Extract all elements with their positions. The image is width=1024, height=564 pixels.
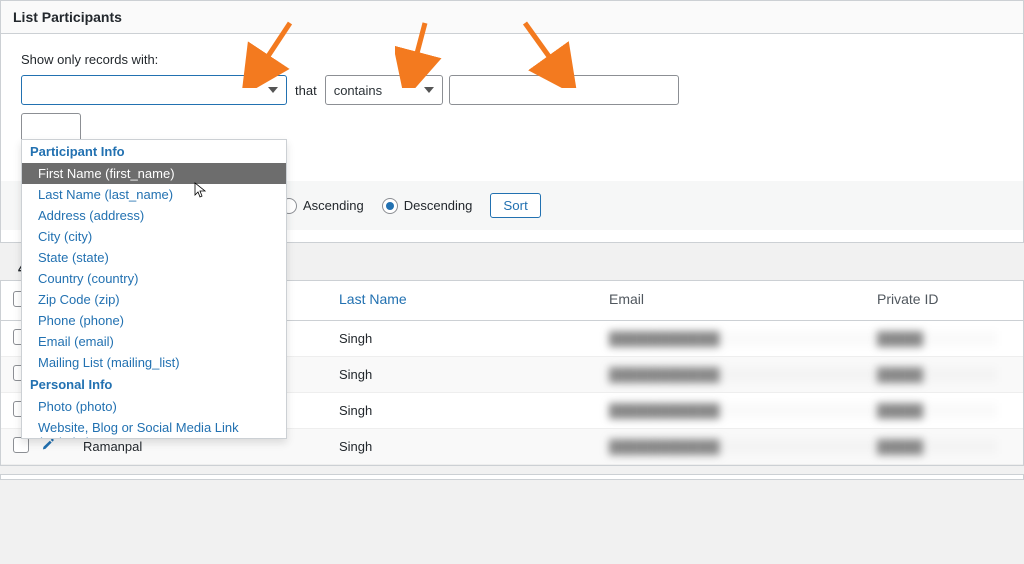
filter-operator-value: contains <box>334 83 382 98</box>
cell-private-id: █████ <box>877 367 997 382</box>
panel-title: List Participants <box>1 1 1023 34</box>
dropdown-item[interactable]: Address (address) <box>22 205 286 226</box>
dropdown-item[interactable]: Country (country) <box>22 268 286 289</box>
table-header-last-name[interactable]: Last Name <box>339 291 609 310</box>
dropdown-item[interactable]: Zip Code (zip) <box>22 289 286 310</box>
dropdown-item[interactable]: State (state) <box>22 247 286 268</box>
pencil-icon <box>41 440 55 455</box>
cell-last-name: Singh <box>339 367 609 382</box>
table-header-private-id[interactable]: Private ID <box>877 291 997 310</box>
dropdown-item[interactable]: City (city) <box>22 226 286 247</box>
panel-body: Show only records with: that contains Pa… <box>1 34 1023 242</box>
filter-that-text: that <box>293 83 319 98</box>
cell-private-id: █████ <box>877 403 997 418</box>
table-header-email[interactable]: Email <box>609 291 877 310</box>
radio-checked-icon <box>382 198 398 214</box>
dropdown-item[interactable]: Mailing List (mailing_list) <box>22 352 286 373</box>
dropdown-item[interactable]: Last Name (last_name) <box>22 184 286 205</box>
filter-field-select[interactable] <box>21 75 287 105</box>
filter-operator-select[interactable]: contains <box>325 75 443 105</box>
dropdown-item[interactable]: Email (email) <box>22 331 286 352</box>
field-dropdown-panel: Participant InfoFirst Name (first_name)L… <box>21 139 287 439</box>
chevron-down-icon <box>268 87 278 93</box>
cell-email: ████████████ <box>609 367 877 382</box>
cell-last-name: Singh <box>339 403 609 418</box>
cell-first-name: Ramanpal <box>69 439 339 454</box>
sort-asc-radio[interactable]: Ascending <box>281 198 364 214</box>
filter-row: that contains <box>21 75 1003 105</box>
sort-desc-label: Descending <box>404 198 473 213</box>
cell-email: ████████████ <box>609 403 877 418</box>
sort-button[interactable]: Sort <box>490 193 540 218</box>
edit-button[interactable] <box>41 438 69 455</box>
cell-private-id: █████ <box>877 331 997 346</box>
sort-asc-label: Ascending <box>303 198 364 213</box>
dropdown-group-title: Personal Info <box>22 373 286 396</box>
dropdown-item[interactable]: First Name (first_name) <box>22 163 286 184</box>
dropdown-item[interactable]: Phone (phone) <box>22 310 286 331</box>
cell-last-name: Singh <box>339 439 609 454</box>
dropdown-item[interactable]: Website, Blog or Social Media Link (webs… <box>22 417 286 439</box>
list-participants-panel: List Participants Show only records with… <box>0 0 1024 243</box>
dropdown-item[interactable]: Photo (photo) <box>22 396 286 417</box>
chevron-down-icon <box>424 87 434 93</box>
filter-label: Show only records with: <box>21 52 1003 67</box>
row-checkbox[interactable] <box>13 437 41 456</box>
cell-private-id: █████ <box>877 439 997 454</box>
dropdown-group-title: Participant Info <box>22 140 286 163</box>
cell-last-name: Singh <box>339 331 609 346</box>
next-panel-sliver <box>0 474 1024 480</box>
filter-value-input[interactable] <box>449 75 679 105</box>
sort-desc-radio[interactable]: Descending <box>382 198 473 214</box>
cell-email: ████████████ <box>609 331 877 346</box>
cell-email: ████████████ <box>609 439 877 454</box>
